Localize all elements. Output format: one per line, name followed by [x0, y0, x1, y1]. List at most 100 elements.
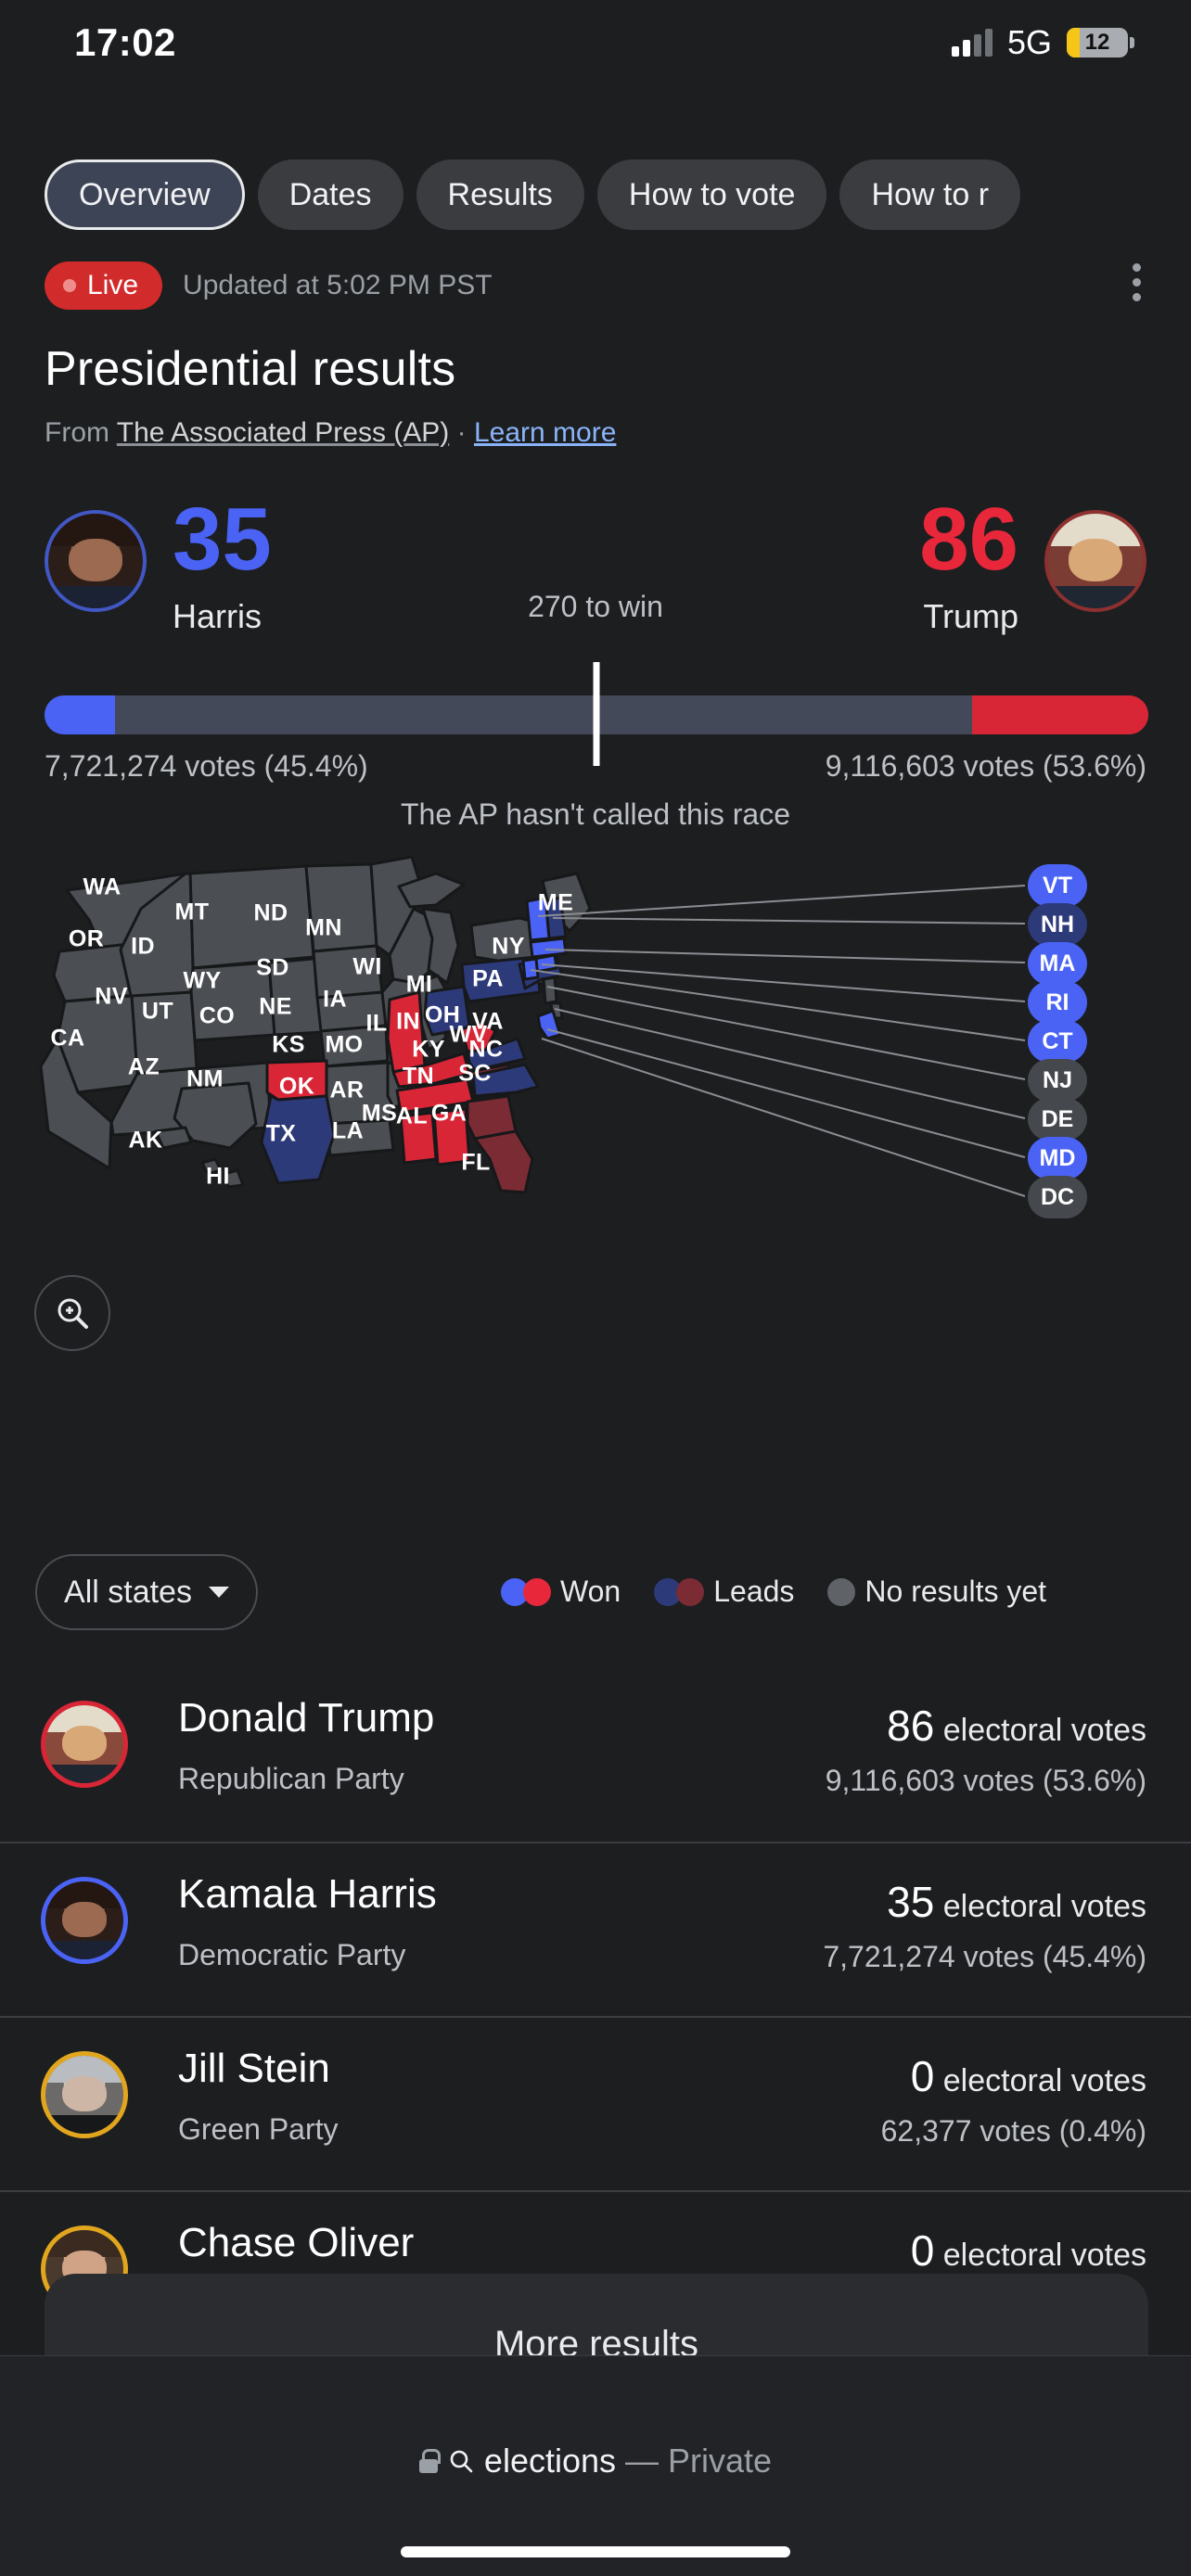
- map-state-ca[interactable]: CA: [51, 1026, 85, 1052]
- map-state-mo[interactable]: MO: [325, 1032, 363, 1059]
- state-filter-label: All states: [64, 1574, 192, 1610]
- zoom-in-icon[interactable]: [34, 1275, 110, 1351]
- candidate-popular-votes: 7,721,274 votes (45.4%): [823, 1940, 1146, 1973]
- map-state-la[interactable]: LA: [332, 1118, 364, 1145]
- browser-bottom-bar: elections — Private: [0, 2355, 1191, 2576]
- candidate-electoral-votes: 0 electoral votes: [910, 2052, 1146, 2100]
- legend-item-no-results: No results yet: [827, 1575, 1046, 1609]
- tab-label: Overview: [79, 176, 211, 212]
- map-state-wi[interactable]: WI: [352, 954, 381, 981]
- tab-label: Dates: [288, 176, 372, 212]
- section-tabs: Overview Dates Results How to vote How t…: [0, 139, 1191, 250]
- tab-how-to-vote[interactable]: How to vote: [596, 159, 827, 230]
- chevron-down-icon: [208, 1587, 229, 1598]
- map-state-ks[interactable]: KS: [272, 1032, 305, 1059]
- map-state-ky[interactable]: KY: [412, 1037, 445, 1064]
- app-screen: 17:02 5G 12 Overview Dates Results How t…: [0, 0, 1191, 2576]
- map-state-mn[interactable]: MN: [305, 915, 342, 942]
- map-state-il[interactable]: IL: [365, 1011, 387, 1038]
- map-callout-vt[interactable]: VT: [1028, 864, 1087, 907]
- map-state-ar[interactable]: AR: [330, 1078, 365, 1104]
- status-indicators: 5G 12: [951, 23, 1134, 62]
- map-state-nm[interactable]: NM: [186, 1066, 224, 1093]
- map-state-tn[interactable]: TN: [403, 1064, 434, 1090]
- home-indicator[interactable]: [401, 2546, 790, 2557]
- map-state-nc[interactable]: NC: [469, 1037, 504, 1064]
- map-callout-ri[interactable]: RI: [1028, 981, 1087, 1024]
- more-options-icon[interactable]: [1133, 263, 1141, 301]
- learn-more-link[interactable]: Learn more: [474, 417, 616, 448]
- map-state-mt[interactable]: MT: [175, 899, 210, 926]
- progress-trump: [972, 695, 1148, 734]
- map-state-fl[interactable]: FL: [461, 1150, 490, 1177]
- race-call-status: The AP hasn't called this race: [401, 797, 790, 831]
- map-state-id[interactable]: ID: [131, 934, 155, 961]
- map-state-pa[interactable]: PA: [472, 966, 504, 993]
- legend-label: Won: [560, 1575, 621, 1608]
- table-row[interactable]: Donald Trump Republican Party 86 elector…: [0, 1667, 1191, 1842]
- avatar: [41, 1877, 128, 1964]
- status-time: 17:02: [74, 20, 176, 64]
- map-state-mi[interactable]: MI: [406, 972, 433, 999]
- tab-overview[interactable]: Overview: [45, 159, 245, 230]
- avatar: [41, 1701, 128, 1788]
- table-row[interactable]: Jill Stein Green Party 0 electoral votes…: [0, 2016, 1191, 2190]
- map-state-tx[interactable]: TX: [266, 1121, 297, 1148]
- address-bar-value: elections: [483, 2442, 617, 2480]
- state-filter-dropdown[interactable]: All states: [35, 1554, 258, 1630]
- map-shapes: [39, 855, 1026, 1197]
- candidate-electoral-votes: 35 electoral votes: [887, 1878, 1146, 1926]
- map-state-ne[interactable]: NE: [259, 994, 292, 1021]
- address-bar[interactable]: elections — Private: [0, 2442, 1191, 2480]
- map-legend: Won Leads No results yet: [501, 1575, 1046, 1609]
- source-separator: ·: [456, 417, 467, 448]
- map-callout-ma[interactable]: MA: [1028, 942, 1087, 985]
- map-state-sc[interactable]: SC: [458, 1061, 492, 1088]
- last-updated-label: Updated at 5:02 PM PST: [183, 270, 493, 300]
- electoral-map[interactable]: WA OR ID MT WY NV CA UT AZ NM CO ND SD NE KS OK TX MN IA MO…: [0, 853, 1191, 1484]
- map-state-ak[interactable]: AK: [129, 1128, 163, 1154]
- cellular-signal-icon: [951, 29, 992, 57]
- map-callout-dc[interactable]: DC: [1028, 1176, 1087, 1218]
- tab-results[interactable]: Results: [416, 159, 584, 230]
- tab-dates[interactable]: Dates: [257, 159, 403, 230]
- map-state-az[interactable]: AZ: [128, 1054, 160, 1081]
- legend-item-leads: Leads: [654, 1575, 794, 1609]
- map-callout-de[interactable]: DE: [1028, 1098, 1087, 1141]
- tab-how-to-register[interactable]: How to r: [839, 159, 1021, 230]
- map-state-or[interactable]: OR: [69, 926, 104, 953]
- map-state-ia[interactable]: IA: [323, 987, 347, 1014]
- map-state-me[interactable]: ME: [538, 890, 573, 917]
- map-state-hi[interactable]: HI: [206, 1164, 230, 1191]
- scoreboard: 35 Harris 270 to win 86 Trump: [0, 495, 1191, 668]
- map-state-ny[interactable]: NY: [492, 934, 525, 961]
- map-state-ms[interactable]: MS: [362, 1101, 397, 1128]
- map-state-sd[interactable]: SD: [256, 955, 289, 982]
- candidate-name: Kamala Harris: [178, 1871, 437, 1917]
- map-state-wa[interactable]: WA: [83, 874, 121, 901]
- map-state-nd[interactable]: ND: [254, 900, 288, 927]
- map-state-in[interactable]: IN: [396, 1009, 420, 1036]
- tab-label: Results: [447, 176, 553, 212]
- live-status-row: Live Updated at 5:02 PM PST: [45, 258, 1148, 313]
- map-callout-nh[interactable]: NH: [1028, 903, 1087, 946]
- map-callout-nj[interactable]: NJ: [1028, 1059, 1087, 1102]
- map-state-co[interactable]: CO: [199, 1003, 235, 1030]
- candidate-party: Green Party: [178, 2112, 339, 2146]
- map-state-nv[interactable]: NV: [95, 984, 128, 1011]
- table-row[interactable]: Kamala Harris Democratic Party 35 electo…: [0, 1842, 1191, 2016]
- map-state-ga[interactable]: GA: [431, 1101, 467, 1128]
- map-state-al[interactable]: AL: [396, 1103, 428, 1130]
- live-label: Live: [87, 270, 139, 300]
- status-badge: Live: [45, 261, 163, 310]
- map-state-wy[interactable]: WY: [183, 968, 221, 995]
- map-state-va[interactable]: VA: [472, 1009, 504, 1036]
- map-callout-ct[interactable]: CT: [1028, 1020, 1087, 1063]
- avatar: [41, 2051, 128, 2138]
- map-state-ut[interactable]: UT: [142, 999, 173, 1026]
- source-name-link[interactable]: The Associated Press (AP): [117, 417, 449, 448]
- page-title: Presidential results: [45, 342, 456, 396]
- map-callout-md[interactable]: MD: [1028, 1137, 1087, 1180]
- trump-name: Trump: [923, 597, 1018, 635]
- map-state-ok[interactable]: OK: [279, 1074, 314, 1101]
